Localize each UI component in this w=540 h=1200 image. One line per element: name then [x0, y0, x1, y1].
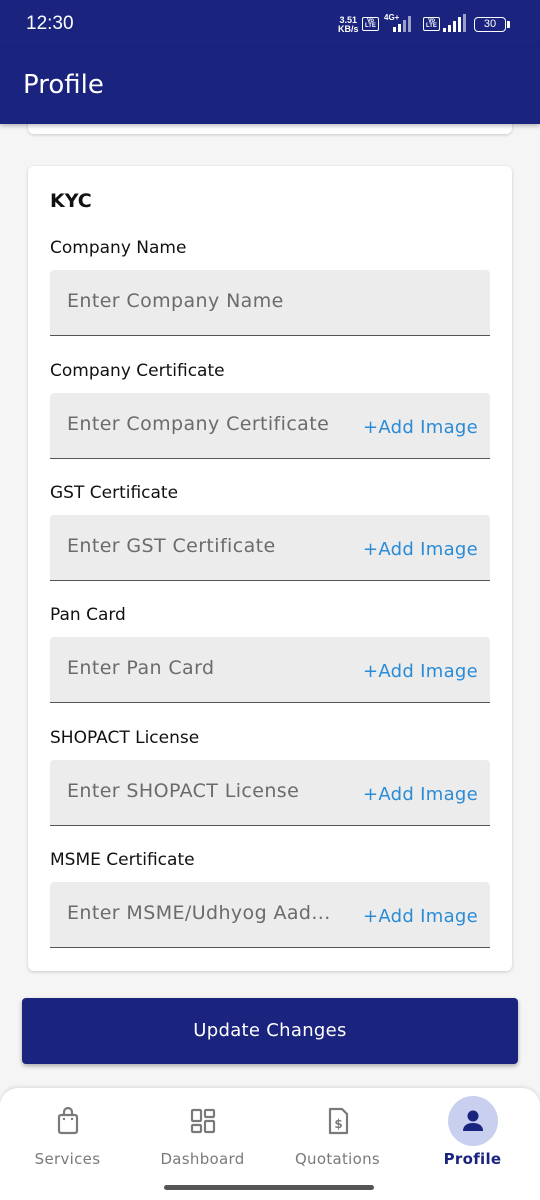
msme-certificate-field[interactable]: +Add Image — [50, 882, 490, 948]
update-changes-button[interactable]: Update Changes — [22, 998, 518, 1064]
gst-certificate-field[interactable]: +Add Image — [50, 515, 490, 581]
msme-certificate-add-image-button[interactable]: +Add Image — [363, 906, 478, 927]
company-name-input[interactable] — [67, 290, 357, 312]
nav-quotations[interactable]: $ Quotations — [270, 1088, 405, 1188]
gst-certificate-add-image-button[interactable]: +Add Image — [363, 539, 478, 560]
company-name-field[interactable] — [50, 270, 490, 336]
nav-profile[interactable]: Profile — [405, 1088, 540, 1188]
person-icon — [462, 1110, 483, 1131]
shopact-license-input[interactable] — [67, 780, 357, 802]
shopact-license-label: SHOPACT License — [50, 728, 200, 748]
volte-icon-2: Vo LTE — [423, 17, 440, 31]
svg-text:$: $ — [334, 1117, 342, 1131]
bottom-nav: Services Dashboard $ Quotations Profile — [0, 1088, 540, 1200]
company-certificate-field[interactable]: +Add Image — [50, 393, 490, 459]
dashboard-icon — [190, 1108, 215, 1134]
pan-card-input[interactable] — [67, 657, 357, 679]
home-indicator — [164, 1185, 374, 1190]
company-certificate-add-image-button[interactable]: +Add Image — [363, 417, 478, 438]
pan-card-add-image-button[interactable]: +Add Image — [363, 661, 478, 682]
nav-dashboard-label: Dashboard — [160, 1150, 245, 1168]
company-certificate-input[interactable] — [67, 413, 357, 435]
nav-profile-label: Profile — [443, 1150, 502, 1168]
battery-tip — [507, 21, 510, 28]
gst-certificate-input[interactable] — [67, 535, 357, 557]
company-name-label: Company Name — [50, 238, 187, 258]
signal-icon — [393, 16, 411, 32]
network-speed: 3.51 KB/s — [338, 16, 359, 34]
nav-quotations-label: Quotations — [294, 1150, 381, 1168]
status-bar: 12:30 3.51 KB/s Vo LTE 4G+ Vo LTE 30 — [0, 0, 540, 48]
app-bar: Profile — [0, 48, 540, 124]
status-time: 12:30 — [26, 13, 74, 34]
msme-certificate-label: MSME Certificate — [50, 850, 195, 870]
shopping-bag-icon — [57, 1106, 78, 1135]
nav-dashboard[interactable]: Dashboard — [135, 1088, 270, 1188]
kyc-card: KYC Company Name Company Certificate +Ad… — [28, 166, 512, 971]
msme-certificate-input[interactable] — [67, 902, 357, 924]
shopact-license-field[interactable]: +Add Image — [50, 760, 490, 826]
pan-card-field[interactable]: +Add Image — [50, 637, 490, 703]
nav-services-label: Services — [34, 1150, 101, 1168]
signal-icon-2 — [443, 14, 466, 32]
invoice-icon: $ — [328, 1107, 348, 1135]
page-title: Profile — [23, 70, 104, 100]
network-speed-unit: KB/s — [338, 24, 359, 34]
company-certificate-label: Company Certificate — [50, 361, 225, 381]
volte-icon: Vo LTE — [362, 17, 379, 31]
kyc-title: KYC — [50, 190, 92, 212]
shopact-license-add-image-button[interactable]: +Add Image — [363, 784, 478, 805]
gst-certificate-label: GST Certificate — [50, 483, 179, 503]
battery-icon: 30 — [474, 17, 506, 32]
nav-services[interactable]: Services — [0, 1088, 135, 1188]
pan-card-label: Pan Card — [50, 605, 126, 625]
